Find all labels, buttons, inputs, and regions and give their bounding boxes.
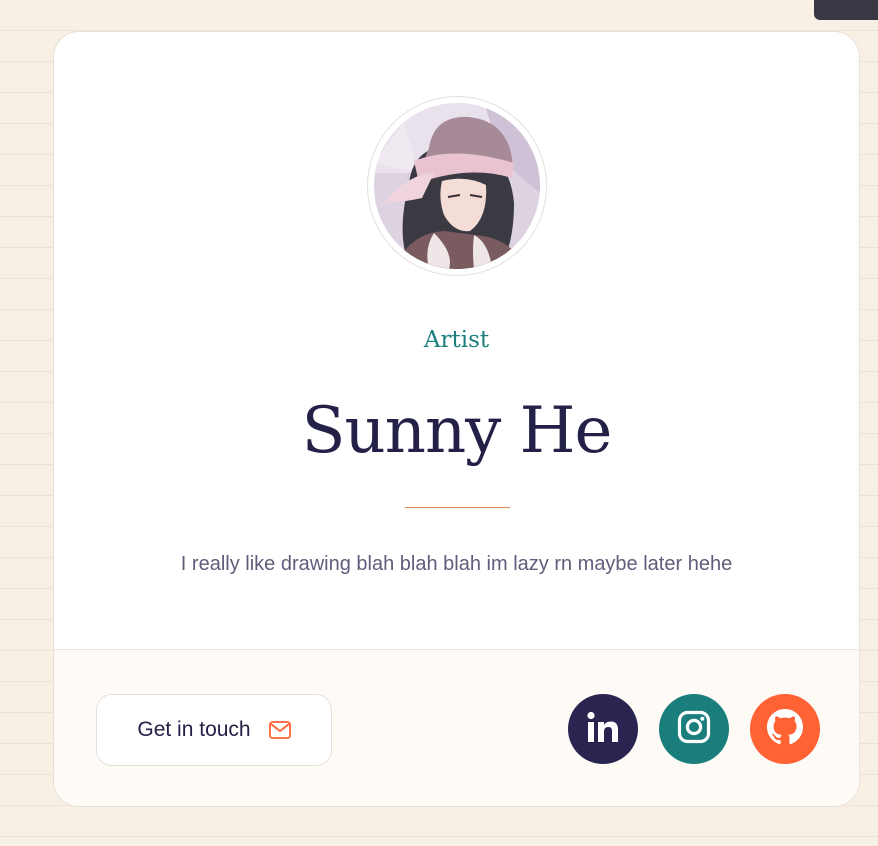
github-icon bbox=[767, 709, 803, 749]
card-footer: Get in touch bbox=[54, 649, 859, 806]
get-in-touch-button[interactable]: Get in touch bbox=[96, 694, 332, 766]
profile-card: Artist Sunny He I really like drawing bl… bbox=[53, 31, 860, 807]
avatar bbox=[374, 103, 540, 269]
profile-bio: I really like drawing blah blah blah im … bbox=[180, 553, 733, 575]
profile-name: Sunny He bbox=[301, 394, 613, 468]
profile-role: Artist bbox=[423, 327, 490, 353]
github-link[interactable] bbox=[750, 694, 820, 764]
divider bbox=[405, 507, 510, 508]
instagram-icon bbox=[677, 710, 711, 748]
linkedin-icon bbox=[586, 711, 620, 747]
corner-tab[interactable] bbox=[814, 0, 878, 20]
get-in-touch-label: Get in touch bbox=[137, 718, 251, 741]
avatar-frame bbox=[367, 96, 547, 276]
instagram-link[interactable] bbox=[659, 694, 729, 764]
mail-icon bbox=[268, 721, 291, 739]
linkedin-link[interactable] bbox=[568, 694, 638, 764]
